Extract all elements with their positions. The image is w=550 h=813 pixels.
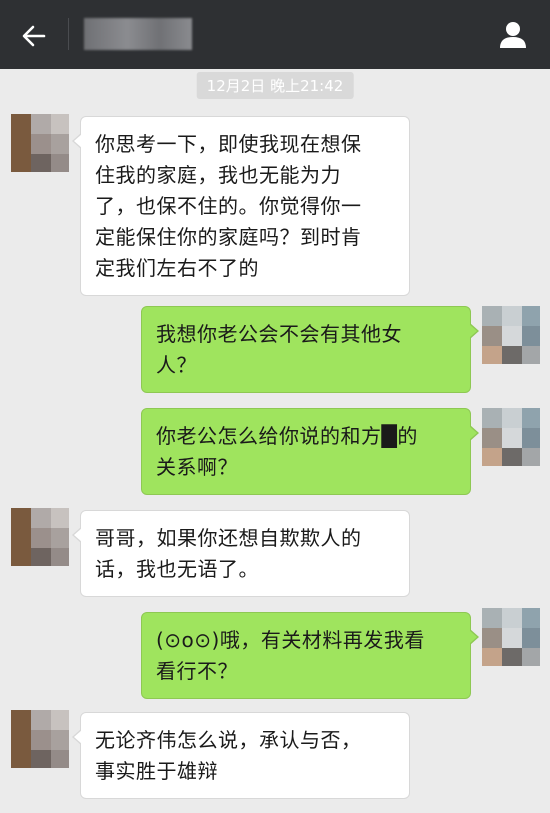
message-bubble-outgoing[interactable]: 你老公怎么给你说的和方█的 关系啊？ bbox=[141, 408, 479, 495]
message-bubble-incoming[interactable]: 你思考一下，即使我现在想保 住我的家庭，我也无能为力 了，也保不住的。你觉得你一… bbox=[72, 116, 410, 296]
message-text: 无论齐伟怎么说，承认与否， 事实胜于雄辩 bbox=[95, 728, 362, 783]
my-avatar[interactable] bbox=[482, 608, 540, 666]
back-button[interactable] bbox=[16, 18, 52, 54]
my-avatar[interactable] bbox=[482, 408, 540, 466]
message-text: 哥哥，如果你还想自欺欺人的 话，我也无语了。 bbox=[95, 526, 362, 581]
profile-button[interactable] bbox=[494, 16, 532, 54]
message-bubble-incoming[interactable]: 无论齐伟怎么说，承认与否， 事实胜于雄辩 bbox=[72, 712, 410, 799]
contact-avatar[interactable] bbox=[11, 710, 69, 768]
message-bubble-incoming[interactable]: 哥哥，如果你还想自欺欺人的 话，我也无语了。 bbox=[72, 510, 410, 597]
contact-avatar[interactable] bbox=[11, 114, 69, 172]
header-divider bbox=[68, 18, 69, 50]
chat-title-blurred: ████ bbox=[84, 18, 192, 50]
person-icon bbox=[500, 22, 526, 48]
message-text: 你思考一下，即使我现在想保 住我的家庭，我也无能为力 了，也保不住的。你觉得你一… bbox=[95, 132, 362, 280]
arrow-left-icon bbox=[22, 25, 46, 47]
my-avatar[interactable] bbox=[482, 306, 540, 364]
contact-avatar[interactable] bbox=[11, 508, 69, 566]
chat-header: ████ bbox=[0, 0, 550, 69]
message-text: 我想你老公会不会有其他女 人？ bbox=[156, 322, 402, 377]
message-bubble-outgoing[interactable]: (⊙o⊙)哦，有关材料再发我看 看行不？ bbox=[141, 612, 479, 699]
message-timestamp: 12月2日 晚上21:42 bbox=[196, 72, 354, 99]
message-bubble-outgoing[interactable]: 我想你老公会不会有其他女 人？ bbox=[141, 306, 479, 393]
message-text: 你老公怎么给你说的和方█的 关系啊？ bbox=[156, 424, 418, 479]
message-text: (⊙o⊙)哦，有关材料再发我看 看行不？ bbox=[156, 628, 425, 683]
